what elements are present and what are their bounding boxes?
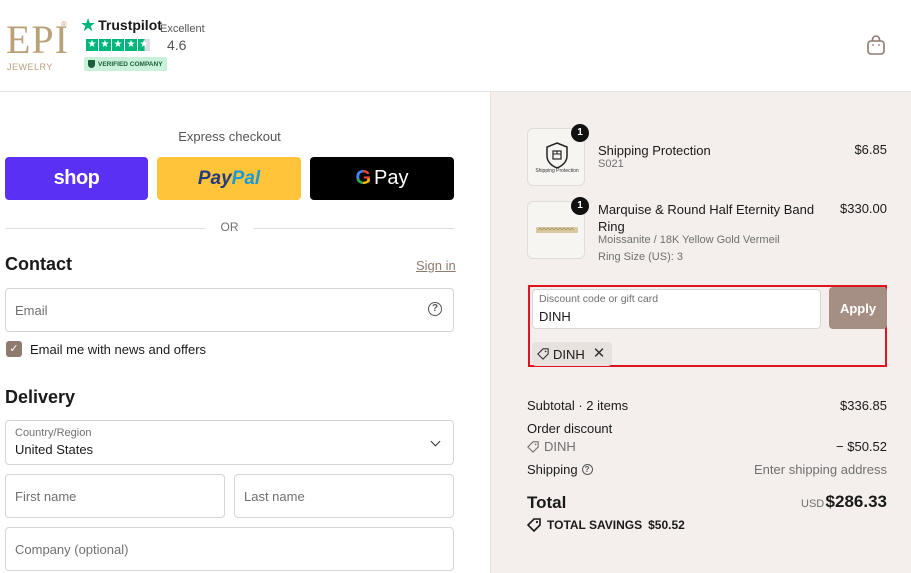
subtotal-value: $336.85	[840, 398, 887, 413]
trustpilot-rating-word: Excellent	[160, 23, 205, 35]
discount-code-label: Discount code or gift card	[539, 293, 659, 305]
star-icon: ★	[86, 39, 98, 51]
verified-company-badge: VERIFIED COMPANY	[84, 57, 167, 71]
remove-discount-icon[interactable]: ✕	[593, 346, 606, 361]
express-checkout-title: Express checkout	[178, 129, 281, 144]
paypal-label-pal: Pal	[231, 167, 261, 189]
applied-discount-code: DINH	[553, 346, 585, 362]
company-field[interactable]: Company (optional)	[5, 527, 454, 571]
subtotal-label: Subtotal · 2 items	[527, 398, 629, 413]
or-label: OR	[220, 220, 239, 234]
country-select[interactable]: Country/Region United States	[5, 420, 454, 465]
last-name-field[interactable]: Last name	[234, 474, 454, 518]
logo-registered-mark: ®	[61, 20, 67, 29]
shield-icon	[88, 60, 95, 68]
shop-pay-label: shop	[53, 167, 100, 189]
google-pay-button[interactable]: G Pay	[310, 157, 454, 200]
paypal-label-pay: Pay	[197, 167, 232, 189]
sign-in-link[interactable]: Sign in	[416, 258, 456, 273]
star-icon: ★	[125, 39, 137, 51]
shopping-bag-icon[interactable]	[865, 34, 887, 56]
header: EPI ® JEWELRY ★ Trustpilot Excellent ★ ★…	[0, 0, 911, 92]
chevron-down-icon	[430, 436, 441, 447]
first-name-field[interactable]: First name	[5, 474, 225, 518]
order-discount-label: Order discount	[527, 421, 613, 436]
item-name: Shipping Protection	[598, 143, 711, 158]
order-discount-code-row: DINH	[527, 439, 576, 454]
total-value: $286.33	[825, 492, 887, 511]
quantity-badge: 1	[571, 124, 589, 142]
item-name-line-1: Marquise & Round Half Eternity Band	[598, 202, 815, 217]
logo-subtext: JEWELRY	[7, 62, 53, 72]
contact-title: Contact	[5, 254, 72, 274]
tag-icon	[537, 348, 549, 360]
or-divider: OR	[5, 220, 454, 236]
google-pay-label: Pay	[374, 167, 409, 189]
last-name-placeholder: Last name	[244, 489, 305, 504]
trustpilot-widget[interactable]: ★ Trustpilot Excellent ★ ★ ★ ★ ★ 4.6 VER…	[80, 15, 220, 73]
order-discount-value: − $50.52	[836, 439, 887, 454]
verified-label: VERIFIED COMPANY	[98, 60, 163, 68]
order-discount-code: DINH	[544, 439, 576, 454]
shipping-value: Enter shipping address	[754, 462, 887, 477]
item-price: $330.00	[840, 201, 887, 216]
item-price: $6.85	[854, 142, 887, 157]
country-label: Country/Region	[15, 427, 92, 439]
savings-value: $50.52	[648, 518, 685, 532]
trustpilot-star-icon: ★	[80, 15, 97, 35]
total-currency: USD	[801, 498, 825, 510]
trustpilot-score: 4.6	[167, 37, 187, 53]
shipping-row: Shipping ?	[527, 462, 593, 477]
apply-button[interactable]: Apply	[829, 287, 887, 329]
item-variant: Moissanite / 18K Yellow Gold Vermeil	[598, 234, 780, 246]
email-placeholder: Email	[15, 303, 48, 318]
trustpilot-stars: ★ ★ ★ ★ ★	[86, 39, 150, 51]
savings-label: TOTAL SAVINGS	[547, 518, 643, 532]
help-icon[interactable]: ?	[428, 302, 442, 316]
country-value: United States	[15, 442, 94, 457]
shipping-label: Shipping	[527, 462, 578, 477]
email-field[interactable]: Email ?	[5, 288, 454, 332]
delivery-title: Delivery	[5, 387, 76, 407]
half-star-icon: ★	[138, 39, 150, 51]
brand-logo[interactable]: EPI ® JEWELRY	[6, 20, 68, 74]
star-icon: ★	[99, 39, 111, 51]
discount-code-input[interactable]: Discount code or gift card DINH	[532, 289, 821, 329]
quantity-badge: 1	[571, 197, 589, 215]
google-g-icon: G	[355, 167, 372, 189]
tag-icon	[527, 440, 539, 453]
newsletter-checkbox[interactable]: ✓	[6, 341, 22, 357]
item-sku: S021	[598, 158, 624, 170]
company-placeholder: Company (optional)	[15, 542, 129, 557]
star-icon: ★	[112, 39, 124, 51]
discount-section: Discount code or gift card DINH Apply DI…	[528, 285, 887, 367]
help-icon[interactable]: ?	[581, 464, 593, 475]
tag-icon	[527, 518, 541, 532]
thumbnail-caption: Shipping Protection	[535, 168, 579, 174]
newsletter-label: Email me with news and offers	[30, 342, 207, 357]
total-savings: TOTAL SAVINGS $50.52	[527, 518, 685, 532]
applied-discount-chip: DINH ✕	[532, 342, 612, 366]
item-name-line-2: Ring	[598, 219, 625, 234]
discount-code-value: DINH	[539, 309, 571, 324]
paypal-button[interactable]: Pay Pal	[157, 157, 301, 200]
trustpilot-brand: ★ Trustpilot	[80, 15, 162, 35]
logo-text: EPI	[6, 17, 69, 62]
shop-pay-button[interactable]: shop	[5, 157, 148, 200]
item-ring-size: Ring Size (US): 3	[598, 251, 683, 263]
trustpilot-brand-label: Trustpilot	[98, 17, 162, 33]
first-name-placeholder: First name	[15, 489, 77, 504]
total-label: Total	[527, 493, 567, 512]
